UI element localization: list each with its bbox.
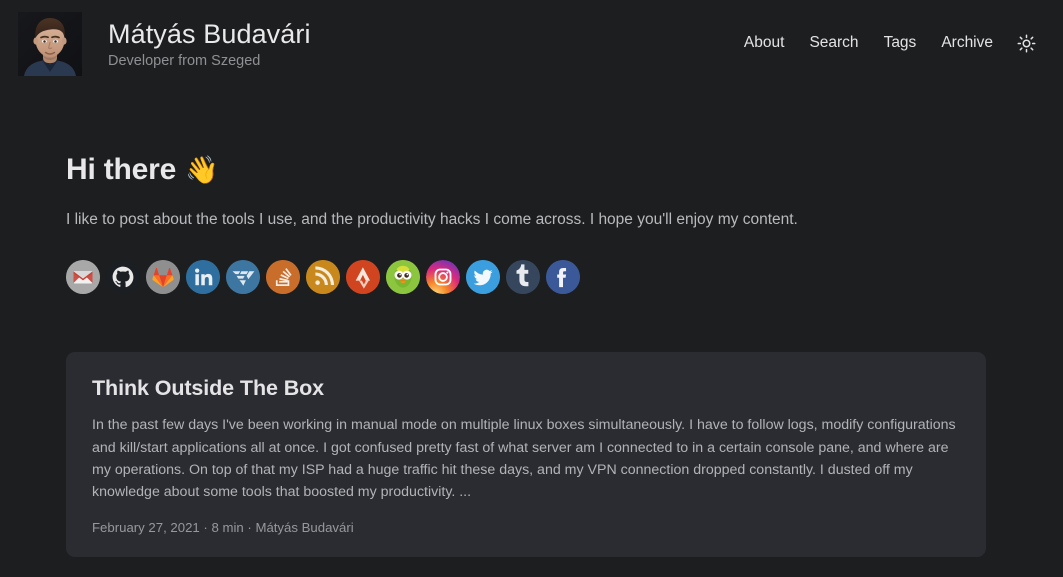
social-links [66, 260, 1037, 295]
social-link-rss[interactable] [306, 260, 340, 295]
post-meta: February 27, 2021 · 8 min · Mátyás Budav… [92, 520, 354, 536]
post-summary: In the past few days I've been working i… [92, 417, 956, 501]
site-header: Mátyás Budavári Developer from Szeged Ab… [0, 0, 1063, 80]
page-title: Hi there 👋 [66, 152, 1037, 188]
main-content: Hi there 👋 I like to post about the tool… [0, 80, 1063, 558]
social-link-freelancer[interactable] [226, 260, 260, 295]
post-card[interactable]: Think Outside The Box In the past few da… [66, 352, 986, 558]
nav-item-tags[interactable]: Tags [884, 34, 917, 52]
waving-hand-icon: 👋 [185, 154, 219, 185]
social-link-facebook[interactable] [546, 260, 580, 295]
nav-item-search[interactable]: Search [809, 34, 858, 52]
post-list: Think Outside The Box In the past few da… [66, 352, 1037, 558]
social-link-tumblr[interactable] [506, 260, 540, 295]
social-link-strava[interactable] [346, 260, 380, 295]
site-subtitle: Developer from Szeged [108, 52, 261, 69]
post-title[interactable]: Think Outside The Box [92, 376, 960, 402]
hero-description: I like to post about the tools I use, an… [66, 211, 798, 228]
social-link-twitter[interactable] [466, 260, 500, 295]
site-title: Mátyás Budavári [108, 18, 311, 49]
social-link-stackoverflow[interactable] [266, 260, 300, 295]
social-link-linkedin[interactable] [186, 260, 220, 295]
social-link-github[interactable] [106, 260, 140, 295]
nav-item-about[interactable]: About [744, 34, 785, 52]
nav-item-archive[interactable]: Archive [941, 34, 993, 52]
hero-section: Hi there 👋 I like to post about the tool… [66, 80, 1037, 295]
social-link-gitlab[interactable] [146, 260, 180, 295]
avatar [18, 12, 82, 76]
hero-title-text: Hi there [66, 153, 177, 186]
main-navigation: About Search Tags Archive [744, 32, 1037, 56]
brand-home-link[interactable]: Mátyás Budavári Developer from Szeged [18, 12, 311, 76]
sun-icon[interactable] [1015, 32, 1037, 54]
social-link-gmail[interactable] [66, 260, 100, 295]
social-link-instagram[interactable] [426, 260, 460, 295]
social-link-duolingo[interactable] [386, 260, 420, 295]
